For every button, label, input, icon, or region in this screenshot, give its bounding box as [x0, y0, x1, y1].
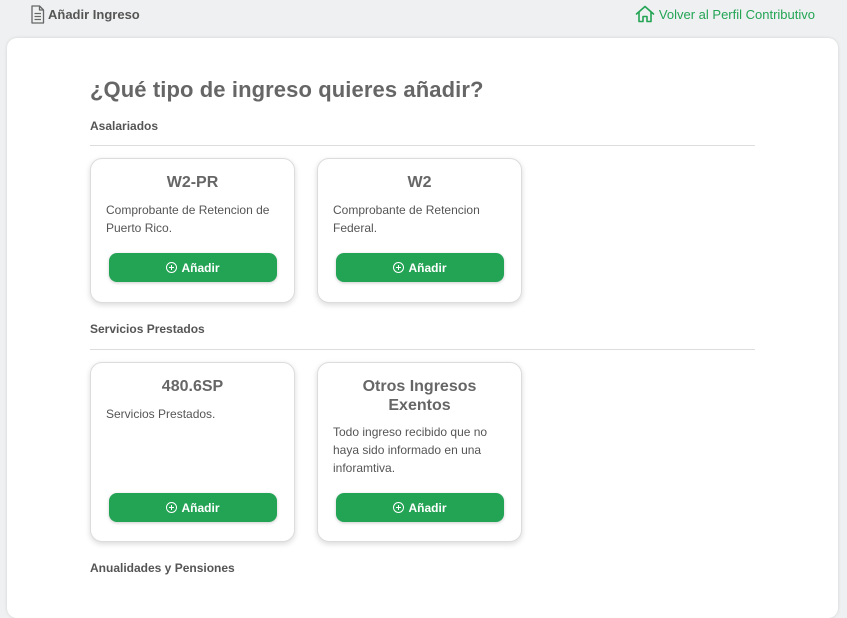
income-card-480-6sp: 480.6SP Servicios Prestados. Añadir	[90, 362, 295, 542]
plus-circle-icon	[393, 262, 405, 273]
section-servicios-prestados: Servicios Prestados 480.6SP Servicios Pr…	[90, 321, 755, 542]
card-title: W2-PR	[166, 174, 219, 191]
add-button-label: Añadir	[181, 500, 220, 515]
plus-circle-icon	[166, 502, 178, 513]
plus-circle-icon	[393, 502, 405, 513]
card-description: Comprobante de Retencion Federal.	[333, 203, 480, 235]
main-panel: ¿Qué tipo de ingreso quieres añadir? Asa…	[7, 38, 838, 618]
add-button-label: Añadir	[181, 260, 220, 275]
card-title: 480.6SP	[161, 378, 224, 395]
income-card-w2pr: W2-PR Comprobante de Retencion de Puerto…	[90, 158, 295, 303]
card-title: W2	[407, 174, 432, 191]
home-icon	[635, 5, 655, 23]
add-w2pr-button[interactable]: Añadir	[109, 253, 277, 282]
section-title: Asalariados	[90, 119, 159, 133]
section-anualidades-y-pensiones: Anualidades y Pensiones	[90, 560, 755, 576]
card-title: Otros Ingresos Exentos	[362, 378, 477, 414]
add-otros-ingresos-exentos-button[interactable]: Añadir	[336, 493, 504, 522]
card-description: Todo ingreso recibido que no haya sido i…	[333, 425, 488, 475]
back-to-profile-link[interactable]: Volver al Perfil Contributivo	[635, 5, 815, 23]
add-w2-button[interactable]: Añadir	[336, 253, 504, 282]
plus-circle-icon	[166, 262, 178, 273]
income-card-w2: W2 Comprobante de Retencion Federal. Aña…	[317, 158, 522, 303]
page-title: Añadir Ingreso	[48, 7, 140, 22]
card-row: W2-PR Comprobante de Retencion de Puerto…	[90, 158, 755, 303]
card-description: Servicios Prestados.	[106, 407, 216, 421]
section-asalariados: Asalariados W2-PR Comprobante de Retenci…	[90, 118, 755, 303]
add-button-label: Añadir	[408, 500, 447, 515]
content-area: ¿Qué tipo de ingreso quieres añadir? Asa…	[90, 76, 755, 576]
document-icon	[30, 5, 45, 24]
back-link-label: Volver al Perfil Contributivo	[658, 6, 815, 22]
section-divider	[90, 349, 755, 350]
question-heading: ¿Qué tipo de ingreso quieres añadir?	[90, 77, 484, 102]
income-card-otros-ingresos-exentos: Otros Ingresos Exentos Todo ingreso reci…	[317, 362, 522, 542]
section-title: Servicios Prestados	[90, 322, 205, 336]
top-bar: Añadir Ingreso Volver al Perfil Contribu…	[0, 0, 847, 36]
page-header: Añadir Ingreso	[30, 5, 140, 24]
add-button-label: Añadir	[408, 260, 447, 275]
section-divider	[90, 145, 755, 146]
add-480-6sp-button[interactable]: Añadir	[109, 493, 277, 522]
section-title: Anualidades y Pensiones	[90, 561, 235, 575]
card-row: 480.6SP Servicios Prestados. Añadir Otro…	[90, 362, 755, 542]
card-description: Comprobante de Retencion de Puerto Rico.	[106, 203, 270, 235]
